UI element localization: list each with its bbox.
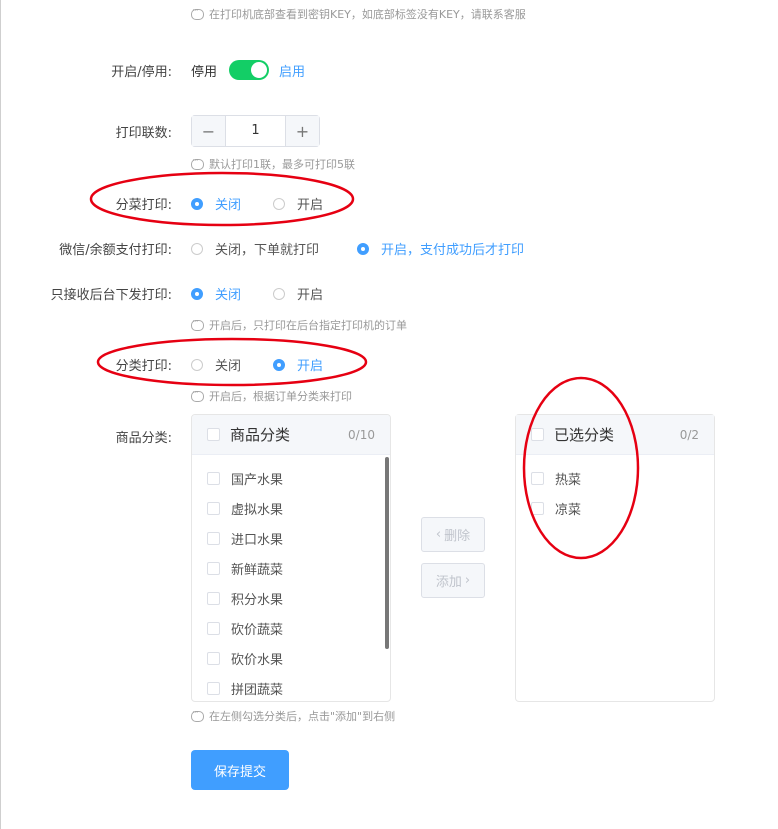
transfer-hint: 在左侧勾选分类后，点击"添加"到右侧 [191,706,395,724]
comment-icon [191,386,204,402]
backend-print-on-radio[interactable]: 开启 [273,284,323,303]
list-item[interactable]: 积分水果 [207,589,283,608]
radio-dot [357,242,369,255]
category-print-on-radio[interactable]: 开启 [273,355,323,374]
enable-label: 开启/停用: [111,65,172,80]
pay-print-label: 微信/余额支付打印: [59,243,172,258]
decrease-button[interactable]: − [192,116,226,146]
copies-hint: 默认打印1联，最多可打印5联 [191,154,355,172]
item-checkbox[interactable] [207,652,220,665]
dish-print-off-radio[interactable]: 关闭 [191,194,241,213]
source-count: 0/10 [348,427,375,442]
radio-dot [191,242,203,255]
dish-print-label: 分菜打印: [115,198,172,213]
item-checkbox[interactable] [531,472,544,485]
comment-icon [191,706,204,722]
target-count: 0/2 [679,427,699,442]
category-print-off-radio[interactable]: 关闭 [191,355,241,374]
target-panel-header: 已选分类 0/2 [516,415,714,455]
item-checkbox[interactable] [207,532,220,545]
list-item[interactable]: 进口水果 [207,529,283,548]
radio-dot [273,197,285,210]
switch-off-text: 停用 [191,65,218,80]
item-checkbox[interactable] [207,592,220,605]
comment-icon [191,4,204,20]
chevron-left-icon: ‹ [435,527,442,542]
switch-knob [251,62,267,78]
item-checkbox[interactable] [207,562,220,575]
copies-value[interactable]: 1 [226,116,285,146]
backend-print-off-radio[interactable]: 关闭 [191,284,241,303]
key-hint: 在打印机底部查看到密钥KEY，如底部标签没有KEY，请联系客服 [191,4,526,22]
source-panel-title: 商品分类 [230,426,291,444]
list-item[interactable]: 热菜 [531,469,581,488]
comment-icon [191,154,204,170]
select-all-checkbox[interactable] [207,428,220,441]
scrollbar[interactable] [385,457,389,649]
item-checkbox[interactable] [207,682,220,695]
enable-switch[interactable] [229,60,269,80]
pay-print-on-radio[interactable]: 开启，支付成功后才打印 [357,239,524,258]
target-panel: 已选分类 0/2 热菜 凉菜 [515,414,715,702]
increase-button[interactable]: + [285,116,319,146]
comment-icon [191,315,204,331]
target-panel-title: 已选分类 [554,426,615,444]
item-checkbox[interactable] [207,622,220,635]
add-button[interactable]: 添加 › [421,563,485,598]
list-item[interactable]: 凉菜 [531,499,581,518]
radio-dot [273,358,285,371]
copies-stepper: − 1 + [191,115,320,147]
radio-dot [191,197,203,210]
list-item[interactable]: 新鲜蔬菜 [207,559,283,578]
backend-hint: 开启后，只打印在后台指定打印机的订单 [191,315,407,333]
list-item[interactable]: 砍价蔬菜 [207,619,283,638]
item-checkbox[interactable] [207,472,220,485]
list-item[interactable]: 虚拟水果 [207,499,283,518]
category-hint: 开启后，根据订单分类来打印 [191,386,352,404]
switch-on-text: 启用 [279,65,306,80]
copies-label: 打印联数: [115,126,172,141]
pay-print-off-radio[interactable]: 关闭，下单就打印 [191,239,319,258]
list-item[interactable]: 拼团蔬菜 [207,679,283,698]
item-checkbox[interactable] [207,502,220,515]
source-panel-header: 商品分类 0/10 [192,415,390,455]
list-item[interactable]: 国产水果 [207,469,283,488]
category-print-label: 分类打印: [115,359,172,374]
save-submit-button[interactable]: 保存提交 [191,750,289,790]
radio-dot [191,358,203,371]
delete-button[interactable]: ‹ 删除 [421,517,485,552]
chevron-right-icon: › [464,573,471,588]
radio-dot [191,287,203,300]
radio-dot [273,287,285,300]
goods-category-label: 商品分类: [115,431,172,446]
select-all-checkbox[interactable] [531,428,544,441]
source-panel: 商品分类 0/10 国产水果 虚拟水果 进口水果 新鲜蔬菜 积分水果 砍价蔬菜 … [191,414,391,702]
dish-print-on-radio[interactable]: 开启 [273,194,323,213]
item-checkbox[interactable] [531,502,544,515]
backend-print-label: 只接收后台下发打印: [50,288,172,303]
list-item[interactable]: 砍价水果 [207,649,283,668]
